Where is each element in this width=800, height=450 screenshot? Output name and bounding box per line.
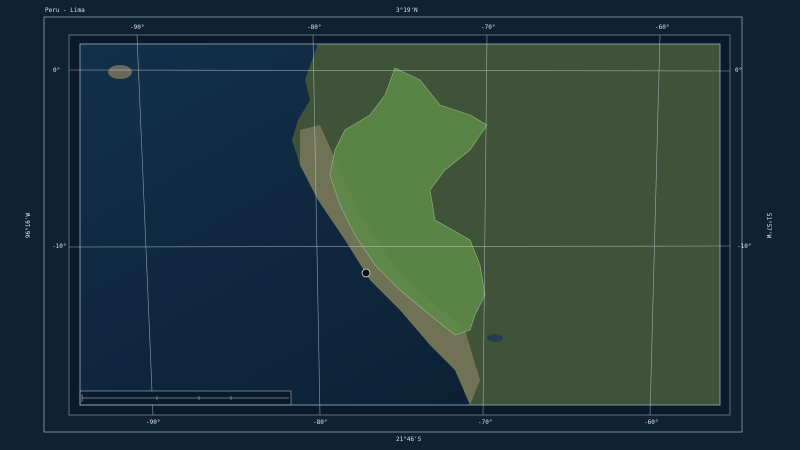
- map-canvas[interactable]: [0, 0, 800, 450]
- lat-label-right-0: 0°: [735, 67, 743, 74]
- east-extent-label: 51°57'W: [765, 212, 773, 239]
- lake-titicaca: [487, 334, 503, 342]
- south-extent-label: 21°46'S: [396, 436, 422, 443]
- scale-bar: [79, 390, 292, 406]
- lat-label-right-10: -10°: [737, 243, 752, 250]
- lat-label-left-0: 0°: [53, 67, 61, 74]
- lon-label-bottom-70: -70°: [478, 419, 493, 426]
- lon-label-top-60: -60°: [655, 24, 670, 31]
- map-title: Peru - Lima: [45, 7, 85, 14]
- lon-label-top-70: -70°: [481, 24, 496, 31]
- west-extent-label: 96°16'W: [25, 212, 33, 239]
- north-extent-label: 3°19'N: [396, 7, 418, 14]
- lima-marker[interactable]: [361, 268, 371, 278]
- galapagos-islands: [108, 65, 132, 79]
- lon-label-bottom-80: -80°: [313, 419, 328, 426]
- lon-label-top-80: -80°: [307, 24, 322, 31]
- lat-label-left-10: -10°: [52, 243, 67, 250]
- lon-label-bottom-90: -90°: [146, 419, 161, 426]
- lon-label-top-90: -90°: [130, 24, 145, 31]
- lon-label-bottom-60: -60°: [644, 419, 659, 426]
